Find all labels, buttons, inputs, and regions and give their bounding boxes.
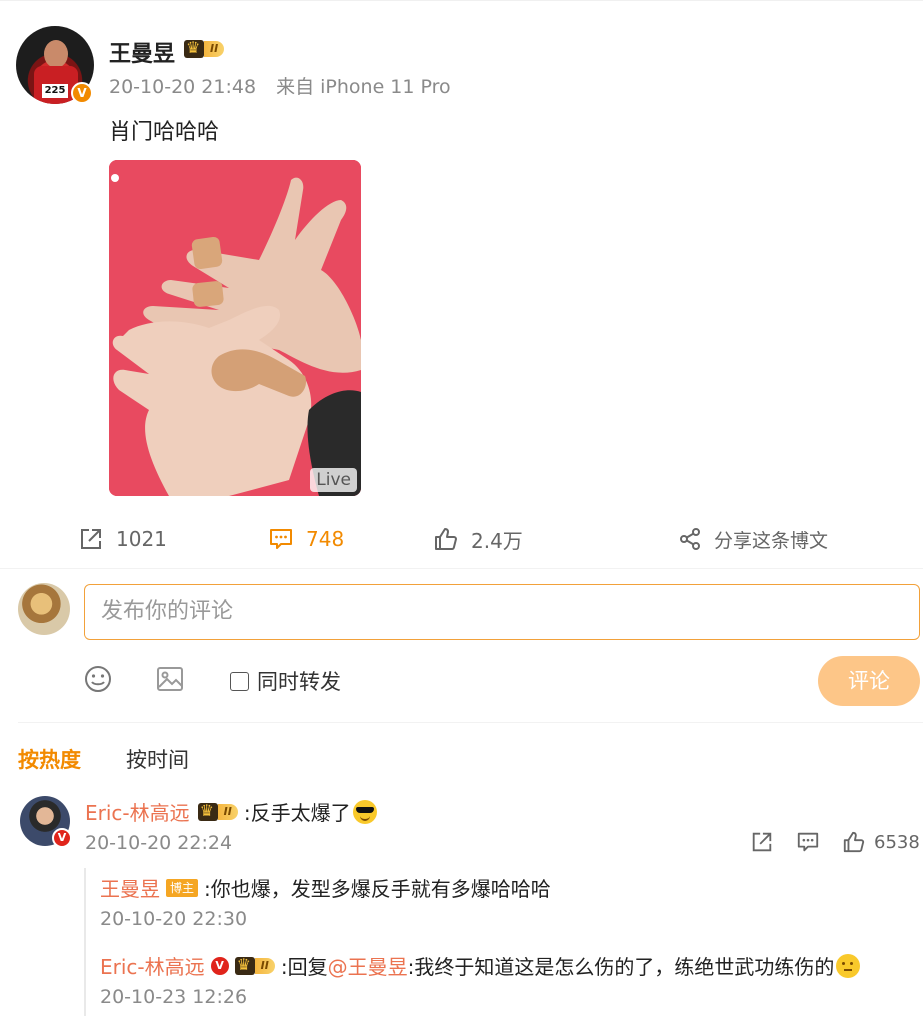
reply-text: :我终于知道这是怎么伤的了，练绝世武功练伤的	[407, 955, 835, 979]
comment-icon	[270, 529, 292, 549]
like-count: 2.4万	[471, 528, 523, 553]
repost-icon[interactable]	[750, 830, 774, 854]
reply-author[interactable]: 王曼昱	[100, 873, 160, 902]
tab-sort-time[interactable]: 按时间	[126, 744, 189, 774]
verified-icon: V	[52, 828, 72, 848]
forward-checkbox[interactable]	[230, 671, 249, 691]
crown-icon[interactable]: II	[197, 801, 238, 822]
like-icon	[435, 528, 457, 550]
comment-count: 748	[306, 527, 345, 551]
like-button[interactable]: 2.4万	[433, 524, 523, 554]
comment-line: Eric-林高远 II :反手太爆了	[85, 797, 377, 826]
member-level: II	[217, 803, 238, 820]
hands-illustration	[109, 160, 361, 496]
top-divider	[0, 0, 923, 1]
post-text: 肖门哈哈哈	[109, 120, 220, 145]
action-divider	[0, 568, 923, 569]
comment-time: 20-10-20 22:24	[85, 832, 233, 854]
share-button[interactable]: 分享这条博文	[678, 524, 828, 554]
thinking-emoji-icon	[836, 953, 861, 978]
crown-icon[interactable]: II	[184, 38, 225, 59]
comment-button[interactable]: 748	[268, 524, 344, 554]
composer-divider	[18, 722, 923, 723]
repost-count: 1021	[116, 527, 167, 551]
avatar-jersey-number: 225	[42, 84, 68, 98]
submit-comment-button[interactable]: 评论	[818, 656, 920, 706]
image-icon[interactable]	[155, 664, 185, 694]
emoji-icon[interactable]	[83, 664, 113, 694]
comment-like-count: 6538	[874, 831, 920, 853]
crown-icon[interactable]: II	[234, 955, 275, 976]
reply-prefix: :回复	[280, 955, 328, 979]
reply-author[interactable]: Eric-林高远	[100, 951, 205, 980]
reply-mention[interactable]: @王曼昱	[328, 951, 408, 980]
crown-glyph	[197, 801, 218, 821]
live-photo-badge[interactable]: Live	[310, 468, 357, 492]
post-source: 来自 iPhone 11 Pro	[276, 76, 451, 98]
reply-text: :你也爆，发型多爆反手就有多爆哈哈哈	[204, 877, 551, 901]
member-level: II	[254, 957, 275, 974]
verified-icon: V	[210, 956, 229, 975]
like-icon[interactable]	[842, 830, 866, 854]
comment-actions: 6538	[750, 830, 920, 854]
reply-line: Eric-林高远 V II :回复 @王曼昱 :我终于知道这是怎么伤的了，练绝世…	[100, 951, 861, 980]
share-label: 分享这条博文	[714, 529, 829, 552]
crown-glyph	[234, 955, 255, 975]
comment-input[interactable]: 发布你的评论	[84, 584, 920, 640]
repost-button[interactable]: 1021	[78, 524, 167, 554]
post-time[interactable]: 20-10-20 21:48	[109, 76, 256, 98]
blogger-badge: 博主	[166, 878, 199, 897]
post-meta: 20-10-20 21:48 来自 iPhone 11 Pro	[109, 72, 451, 99]
author-name[interactable]: 王曼昱	[109, 36, 175, 68]
post-photo[interactable]: Live	[109, 160, 361, 496]
cool-emoji-icon	[352, 799, 377, 824]
reply-time: 20-10-23 12:26	[100, 986, 248, 1008]
comment-icon[interactable]	[796, 830, 820, 854]
my-avatar[interactable]	[18, 583, 70, 635]
tab-sort-hot[interactable]: 按热度	[18, 744, 81, 774]
commenter-name[interactable]: Eric-林高远	[85, 797, 190, 826]
crown-glyph	[184, 38, 204, 58]
reply-thread-bar	[84, 868, 86, 1016]
forward-option[interactable]: 同时转发	[230, 666, 341, 696]
verified-icon: V	[71, 82, 93, 104]
reply-line: 王曼昱 博主 :你也爆，发型多爆反手就有多爆哈哈哈	[100, 873, 551, 902]
share-icon	[680, 528, 700, 550]
forward-label: 同时转发	[257, 670, 341, 694]
repost-icon	[81, 529, 101, 549]
comment-text: :反手太爆了	[243, 801, 351, 825]
reply-time: 20-10-20 22:30	[100, 908, 248, 930]
avatar-head	[44, 40, 68, 68]
member-level: II	[204, 41, 225, 57]
